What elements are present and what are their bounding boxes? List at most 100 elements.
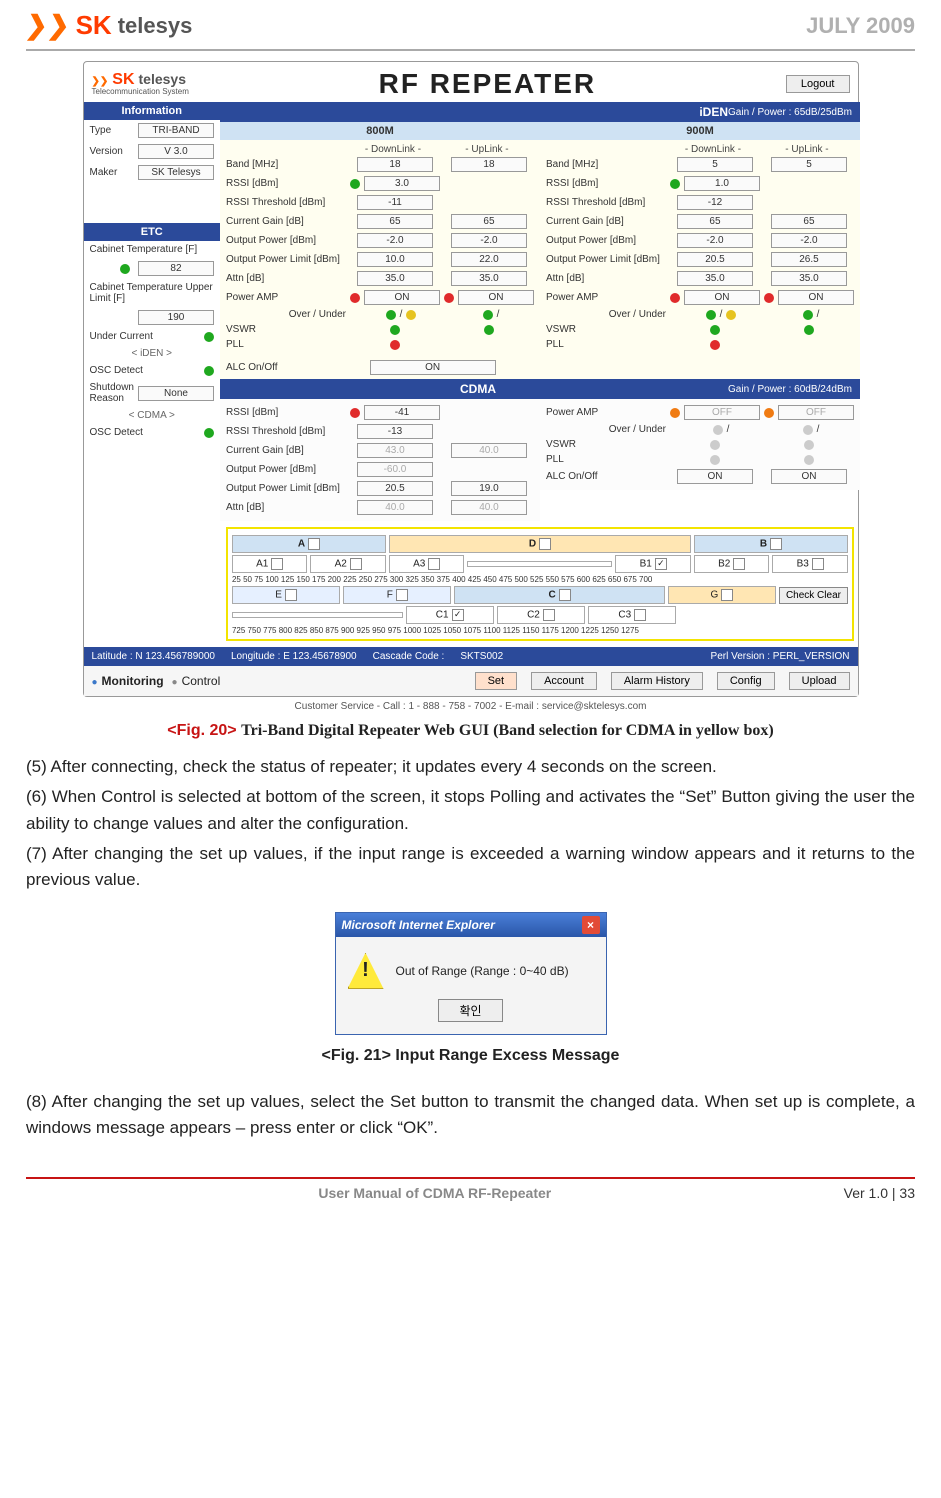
800-op-ul: -2.0 — [451, 233, 527, 248]
900-rssi-led — [670, 179, 680, 189]
800-pll-dl-led — [390, 340, 400, 350]
status-bar: Latitude : N 123.456789000 Longitude : E… — [84, 647, 858, 666]
check-clear-button[interactable]: Check Clear — [779, 587, 848, 604]
monitoring-tab[interactable]: Monitoring — [92, 674, 164, 688]
800-pamp-dl[interactable]: ON — [364, 290, 440, 305]
cdma-alc-label: ALC On/Off — [546, 471, 666, 482]
cdma-attn-ul[interactable]: 40.0 — [451, 500, 527, 515]
900-opl-ul[interactable]: 26.5 — [771, 252, 847, 267]
cdma-cg-dl: 43.0 — [357, 443, 433, 458]
cdma-pll-dl-led — [710, 455, 720, 465]
800-rssith[interactable]: -11 — [357, 195, 433, 210]
cdma-cg-ul: 40.0 — [451, 443, 527, 458]
900-pamp-dl[interactable]: ON — [684, 290, 760, 305]
800-opl-ul[interactable]: 22.0 — [451, 252, 527, 267]
900-band-dl[interactable]: 5 — [677, 157, 753, 172]
config-button[interactable]: Config — [717, 672, 775, 690]
status-longitude: Longitude : E 123.45678900 — [231, 651, 357, 662]
800-cg-ul: 65 — [451, 214, 527, 229]
account-button[interactable]: Account — [531, 672, 597, 690]
900-pamp-ul[interactable]: ON — [778, 290, 854, 305]
900-rssith[interactable]: -12 — [677, 195, 753, 210]
cdma-rssi: -41 — [364, 405, 440, 420]
info-type-value: TRI-BAND — [138, 123, 214, 138]
cdma-alc-ul[interactable]: ON — [771, 469, 847, 484]
freq-E[interactable]: E — [232, 586, 340, 604]
freq-C3[interactable]: C3 — [588, 606, 676, 624]
freq-C[interactable]: C — [454, 586, 664, 604]
iden-bar: iDEN Gain / Power : 65dB/25dBm — [220, 102, 860, 122]
900-attn-ul[interactable]: 35.0 — [771, 271, 847, 286]
cdma-attn-dl[interactable]: 40.0 — [357, 500, 433, 515]
900-attn-label: Attn [dB] — [546, 273, 666, 284]
cdma-vswr-label: VSWR — [546, 439, 666, 450]
cdma-pamp-ul[interactable]: OFF — [778, 405, 854, 420]
information-header: Information — [84, 102, 220, 120]
etc-header: ETC — [84, 223, 220, 241]
freq-F[interactable]: F — [343, 586, 451, 604]
800-rssi-dl: 3.0 — [364, 176, 440, 191]
900-pll-dl-led — [710, 340, 720, 350]
cdma-opl-ul[interactable]: 19.0 — [451, 481, 527, 496]
freq-B3[interactable]: B3 — [772, 555, 848, 573]
800-pll-label: PLL — [226, 339, 346, 350]
header-rule — [26, 49, 915, 51]
close-icon[interactable]: × — [582, 916, 600, 934]
freq-C1[interactable]: C1 — [406, 606, 494, 624]
alarm-history-button[interactable]: Alarm History — [611, 672, 703, 690]
freq-B2[interactable]: B2 — [694, 555, 770, 573]
cdma-rssi-led — [350, 408, 360, 418]
msgbox-title: Microsoft Internet Explorer — [342, 918, 495, 932]
freq-D[interactable]: D — [389, 535, 691, 553]
cdma-rssith[interactable]: -13 — [357, 424, 433, 439]
800-band-ul[interactable]: 18 — [451, 157, 527, 172]
freq-G[interactable]: G — [668, 586, 776, 604]
logo-wing-icon: ❯❯ — [24, 10, 72, 41]
freq-C2[interactable]: C2 — [497, 606, 585, 624]
freq-B1[interactable]: B1 — [615, 555, 691, 573]
paragraph-5: (5) After connecting, check the status o… — [26, 754, 915, 780]
900-rssi-label: RSSI [dBm] — [546, 178, 666, 189]
upload-button[interactable]: Upload — [789, 672, 850, 690]
800-pamp-ul-led — [444, 293, 454, 303]
freq-B[interactable]: B — [694, 535, 848, 553]
cdma-vswr-dl-led — [710, 440, 720, 450]
logout-button[interactable]: Logout — [786, 75, 850, 93]
set-button[interactable]: Set — [475, 672, 518, 690]
800-opl-dl[interactable]: 10.0 — [357, 252, 433, 267]
cdma-opl-dl[interactable]: 20.5 — [357, 481, 433, 496]
cabinet-temp-led — [120, 264, 130, 274]
800-cg-label: Current Gain [dB] — [226, 216, 346, 227]
900-vswr-dl-led — [710, 325, 720, 335]
freq-A2[interactable]: A2 — [310, 555, 386, 573]
alc-value[interactable]: ON — [370, 360, 496, 375]
cdma-alc-dl[interactable]: ON — [677, 469, 753, 484]
msgbox-ok-button[interactable]: 확인 — [438, 999, 502, 1022]
900-op-dl: -2.0 — [677, 233, 753, 248]
cdma-pamp-dl[interactable]: OFF — [684, 405, 760, 420]
800-attn-ul[interactable]: 35.0 — [451, 271, 527, 286]
cdma-pamp-label: Power AMP — [546, 407, 666, 418]
status-perl-version: Perl Version : PERL_VERSION — [711, 651, 850, 662]
900-opl-dl[interactable]: 20.5 — [677, 252, 753, 267]
800-pamp-ul[interactable]: ON — [458, 290, 534, 305]
cdma-separator: < CDMA > — [84, 407, 220, 424]
gui-logo: ❯❯ SK telesys Telecommunication System — [92, 72, 189, 96]
cdma-ou-ul-over — [803, 425, 813, 435]
col-900m-header: 900M — [540, 122, 860, 140]
800-attn-dl[interactable]: 35.0 — [357, 271, 433, 286]
cabinet-temp-value[interactable]: 82 — [138, 261, 214, 276]
freq-A[interactable]: A — [232, 535, 386, 553]
info-version-value: V 3.0 — [138, 144, 214, 159]
freq-A3[interactable]: A3 — [389, 555, 465, 573]
900-attn-dl[interactable]: 35.0 — [677, 271, 753, 286]
900-band-ul[interactable]: 5 — [771, 157, 847, 172]
900-opl-label: Output Power Limit [dBm] — [546, 254, 666, 265]
shutdown-reason-value: None — [138, 386, 214, 401]
control-tab[interactable]: Control — [172, 674, 221, 688]
800-band-dl[interactable]: 18 — [357, 157, 433, 172]
cabinet-temp-limit-value[interactable]: 190 — [138, 310, 214, 325]
800-op-label: Output Power [dBm] — [226, 235, 346, 246]
cdma-cg-label: Current Gain [dB] — [226, 445, 346, 456]
freq-A1[interactable]: A1 — [232, 555, 308, 573]
